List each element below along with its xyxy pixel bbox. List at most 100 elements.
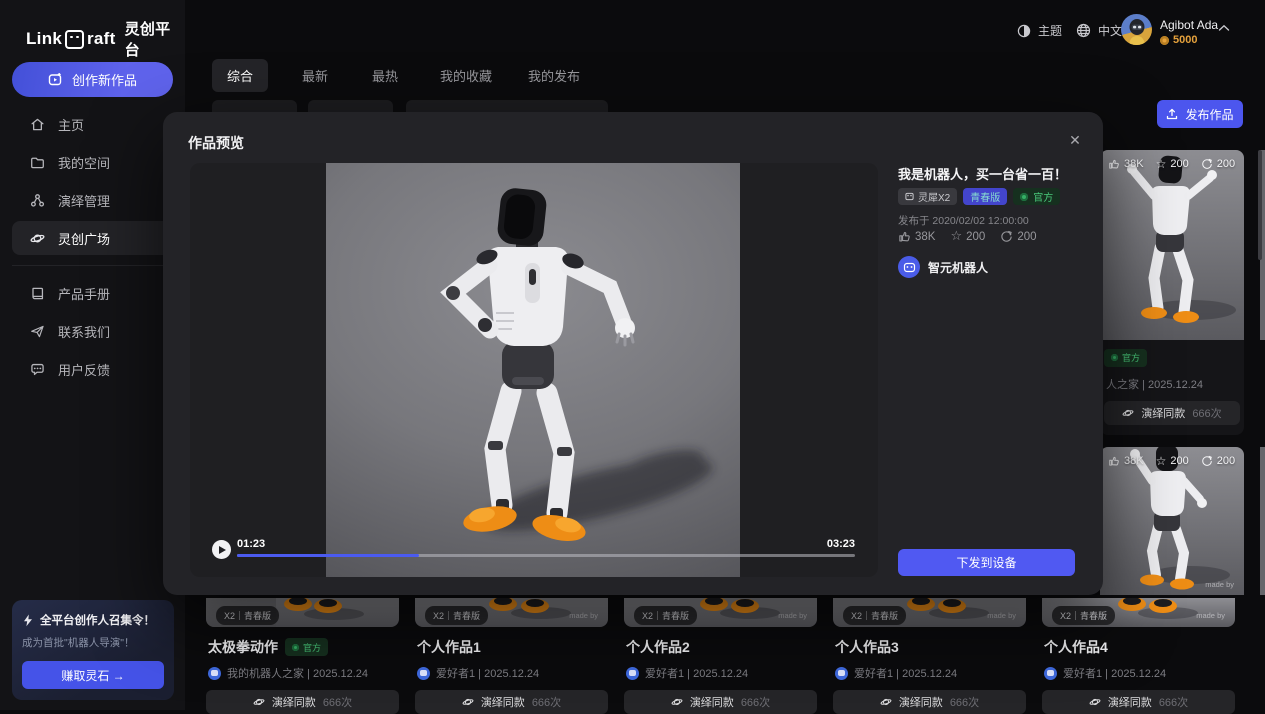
grid-card-personal-2[interactable]: X2｜青春版 made by 个人作品2 爱好者1 | 2025.12.24 演… bbox=[624, 598, 817, 714]
edition-badge: X2｜青春版 bbox=[634, 606, 697, 625]
user-avatar[interactable] bbox=[1121, 14, 1152, 45]
work-title: 我是机器人，买一台省一百！ bbox=[898, 164, 1088, 183]
grid-card-partial-top[interactable]: 38K ☆ 200 200 官方 人之家 | 2025.12.24 演绎同款 6… bbox=[1100, 150, 1244, 435]
progress-bar[interactable] bbox=[237, 554, 855, 557]
author-avatar bbox=[835, 667, 848, 680]
planet-icon bbox=[1122, 407, 1134, 419]
user-menu-caret[interactable] bbox=[1218, 24, 1230, 32]
author-row[interactable]: 智元机器人 bbox=[898, 256, 988, 278]
replay-label: 演绎同款 bbox=[899, 694, 943, 710]
sidebar-item-home[interactable]: 主页 bbox=[12, 107, 173, 141]
promo-title: 全平台创作人召集令！ bbox=[40, 612, 155, 628]
modal-title: 作品预览 bbox=[188, 133, 244, 153]
sidebar-item-my-space[interactable]: 我的空间 bbox=[12, 145, 173, 179]
tab-my-favorites[interactable]: 我的收藏 bbox=[440, 59, 492, 92]
share-icon bbox=[1201, 455, 1213, 467]
replay-same-button[interactable]: 演绎同款 666次 bbox=[833, 690, 1026, 714]
byline-text: 我的机器人之家 | 2025.12.24 bbox=[227, 665, 368, 681]
watermark: made by bbox=[569, 611, 598, 620]
grid-card-personal-1[interactable]: X2｜青春版 made by 个人作品1 爱好者1 | 2025.12.24 演… bbox=[415, 598, 608, 714]
theme-toggle[interactable]: 主题 bbox=[1017, 22, 1062, 39]
sidebar-item-contact-us[interactable]: 联系我们 bbox=[12, 314, 173, 348]
card-title-row: 个人作品1 bbox=[415, 637, 608, 657]
grid-card-personal-3[interactable]: X2｜青春版 made by 个人作品3 爱好者1 | 2025.12.24 演… bbox=[833, 598, 1026, 714]
planet-icon bbox=[671, 696, 683, 708]
replay-same-button[interactable]: 演绎同款 666次 bbox=[1104, 401, 1240, 425]
planet-icon bbox=[462, 696, 474, 708]
replay-same-button[interactable]: 演绎同款 666次 bbox=[624, 690, 817, 714]
deploy-to-device-button[interactable]: 下发到设备 bbox=[898, 549, 1075, 576]
official-tag-label: 官方 bbox=[1033, 189, 1053, 204]
scrollbar-thumb[interactable] bbox=[1258, 150, 1262, 260]
publish-work-button[interactable]: 发布作品 bbox=[1157, 100, 1243, 128]
edition-badge: X2｜青春版 bbox=[843, 606, 906, 625]
logo-text-suffix: raft bbox=[87, 29, 116, 49]
replay-same-button[interactable]: 演绎同款 666次 bbox=[206, 690, 399, 714]
chevron-up-icon bbox=[1218, 24, 1230, 32]
sidebar-item-label: 主页 bbox=[58, 115, 84, 134]
replay-same-button[interactable]: 演绎同款 666次 bbox=[415, 690, 608, 714]
theme-icon bbox=[1017, 24, 1031, 38]
card-title-row: 个人作品2 bbox=[624, 637, 817, 657]
replay-count: 666次 bbox=[950, 694, 979, 710]
play-button[interactable] bbox=[212, 540, 231, 559]
language-switcher[interactable]: 中文 bbox=[1076, 22, 1122, 39]
work-stats: 38K ☆ 200 200 bbox=[898, 230, 1037, 243]
stars-stat: ☆ 200 bbox=[1156, 158, 1189, 170]
tab-newest[interactable]: 最新 bbox=[302, 59, 328, 92]
stars-count: 200 bbox=[966, 231, 985, 243]
sidebar-item-product-manual[interactable]: 产品手册 bbox=[12, 276, 173, 310]
byline-text: 爱好者1 | 2025.12.24 bbox=[1063, 665, 1166, 681]
create-new-work-button[interactable]: 创作新作品 bbox=[12, 62, 173, 97]
earn-lingshi-button[interactable]: 赚取灵石 → bbox=[22, 661, 164, 689]
card-byline: 爱好者1 | 2025.12.24 bbox=[1042, 665, 1235, 681]
byline-text: 爱好者1 | 2025.12.24 bbox=[436, 665, 539, 681]
card-thumbnail: X2｜青春版 made by bbox=[624, 598, 817, 627]
tab-comprehensive[interactable]: 综合 bbox=[212, 59, 268, 92]
sidebar-item-lingchuang-plaza[interactable]: 灵创广场 bbox=[12, 221, 173, 255]
close-icon[interactable]: ✕ bbox=[1061, 126, 1089, 154]
planet-icon bbox=[880, 696, 892, 708]
theme-label: 主题 bbox=[1038, 22, 1062, 39]
sidebar-item-label: 演绎管理 bbox=[58, 191, 110, 210]
card-title: 个人作品4 bbox=[1044, 637, 1108, 657]
work-preview-modal: 作品预览 ✕ bbox=[163, 112, 1103, 595]
sidebar-item-performance-management[interactable]: 演绎管理 bbox=[12, 183, 173, 217]
stars-stat[interactable]: ☆ 200 bbox=[950, 230, 985, 243]
lightning-bolt-icon bbox=[22, 614, 34, 627]
send-icon bbox=[30, 324, 45, 339]
likes-stat: 38K bbox=[898, 230, 935, 243]
logo-text-prefix: Link bbox=[26, 29, 62, 49]
robot-face-icon bbox=[903, 261, 916, 274]
shares-count: 200 bbox=[1217, 455, 1235, 467]
card-thumbnail: X2｜青春版 made by bbox=[1042, 598, 1235, 627]
video-player[interactable]: 01:23 03:23 bbox=[190, 163, 878, 577]
replay-label: 演绎同款 bbox=[481, 694, 525, 710]
star-icon: ☆ bbox=[1156, 158, 1167, 170]
replay-same-button[interactable]: 演绎同款 666次 bbox=[1042, 690, 1235, 714]
shares-count: 200 bbox=[1217, 158, 1235, 170]
planet-icon bbox=[253, 696, 265, 708]
shares-stat[interactable]: 200 bbox=[1000, 230, 1036, 243]
sidebar-item-user-feedback[interactable]: 用户反馈 bbox=[12, 352, 173, 386]
grid-card-taiji[interactable]: X2｜青春版 太极拳动作 官方 我的机器人之家 | 2025.12.24 演绎同… bbox=[206, 598, 399, 714]
tab-my-publications[interactable]: 我的发布 bbox=[528, 59, 580, 92]
edition-badge: X2｜青春版 bbox=[1052, 606, 1115, 625]
grid-card-partial-bottom[interactable]: 38K ☆ 200 200 made by bbox=[1100, 447, 1244, 595]
replay-count: 666次 bbox=[741, 694, 770, 710]
work-tags: 灵犀X2 青春版 官方 bbox=[898, 188, 1060, 205]
creator-promo-card: 全平台创作人召集令！ 成为首批"机器人导演"！ 赚取灵石 → bbox=[12, 600, 174, 700]
grid-card-personal-4[interactable]: X2｜青春版 made by 个人作品4 爱好者1 | 2025.12.24 演… bbox=[1042, 598, 1235, 714]
replay-label: 演绎同款 bbox=[690, 694, 734, 710]
tab-label: 我的发布 bbox=[528, 66, 580, 85]
upload-icon bbox=[1166, 108, 1178, 120]
card-stats: 38K ☆ 200 200 bbox=[1108, 158, 1235, 170]
author-avatar bbox=[626, 667, 639, 680]
tab-hottest[interactable]: 最热 bbox=[372, 59, 398, 92]
card-thumbnail: X2｜青春版 bbox=[206, 598, 399, 627]
card-byline: 爱好者1 | 2025.12.24 bbox=[833, 665, 1026, 681]
author-avatar bbox=[898, 256, 920, 278]
stars-count: 200 bbox=[1170, 455, 1188, 467]
sidebar-item-label: 灵创广场 bbox=[58, 229, 110, 248]
card-byline: 爱好者1 | 2025.12.24 bbox=[624, 665, 817, 681]
